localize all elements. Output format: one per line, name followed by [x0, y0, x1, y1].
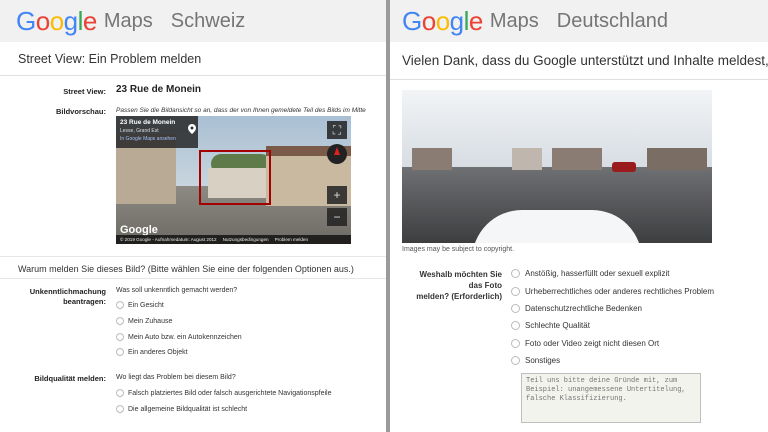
- blur-question: Was soll unkenntlich gemacht werden?: [116, 287, 238, 294]
- blur-label: Unkenntlichmachung beantragen:: [0, 287, 106, 307]
- compass-icon[interactable]: [327, 144, 347, 164]
- divider: [0, 256, 386, 257]
- panorama-photo: [402, 90, 712, 243]
- header-bar: Google Maps Deutschland: [390, 0, 768, 42]
- reason-option[interactable]: Anstößig, hasserfüllt oder sexuell expli…: [511, 269, 670, 278]
- report-area-box[interactable]: [199, 150, 271, 205]
- preview-hint: Passen Sie die Bildansicht so an, dass d…: [116, 107, 366, 114]
- pin-icon[interactable]: [188, 124, 196, 134]
- option-label: Die allgemeine Bildqualität ist schlecht: [128, 405, 248, 413]
- reason-option[interactable]: Schlechte Qualität: [511, 321, 590, 330]
- card-title: 23 Rue de Monein: [120, 119, 176, 126]
- card-subtitle: Lesse, Grand Est: [120, 128, 159, 134]
- radio-button[interactable]: [116, 317, 124, 325]
- report-question: Warum melden Sie dieses Bild? (Bitte wäh…: [18, 264, 354, 274]
- blur-option[interactable]: Mein Auto bzw. ein Autokennzeichen: [116, 333, 242, 341]
- radio-button[interactable]: [511, 269, 520, 278]
- blur-option[interactable]: Ein anderes Objekt: [116, 348, 188, 356]
- radio-button[interactable]: [511, 321, 520, 330]
- header-bar: Google Maps Schweiz: [0, 0, 386, 42]
- google-logo: Google: [402, 6, 483, 36]
- reason-textarea[interactable]: [521, 373, 701, 423]
- option-label: Datenschutzrechtliche Bedenken: [525, 304, 642, 313]
- photo-building: [512, 148, 542, 170]
- street-view-label: Street View:: [63, 87, 106, 96]
- radio-button[interactable]: [116, 405, 124, 413]
- option-label: Foto oder Video zeigt nicht diesen Ort: [525, 339, 660, 348]
- right-panel-deutschland: Google Maps Deutschland Vielen Dank, das…: [390, 0, 768, 432]
- reason-option[interactable]: Sonstiges: [511, 356, 560, 365]
- footer-report-link[interactable]: Problem melden: [275, 237, 308, 242]
- fullscreen-icon[interactable]: ⛶: [327, 121, 347, 139]
- divider: [0, 278, 386, 279]
- quality-option[interactable]: Falsch platziertes Bild oder falsch ausg…: [116, 389, 332, 397]
- quality-question: Wo liegt das Problem bei diesem Bild?: [116, 374, 236, 381]
- country-name: Deutschland: [556, 9, 668, 32]
- option-label: Urheberrechtliches oder anderes rechtlic…: [525, 287, 714, 296]
- footer-terms-link[interactable]: Nutzungsbedingungen: [223, 237, 269, 242]
- photo-red-car: [612, 162, 636, 172]
- page-title: Vielen Dank, dass du Google unterstützt …: [390, 42, 768, 80]
- google-logo: Google: [16, 6, 97, 36]
- country-name: Schweiz: [170, 9, 246, 32]
- street-view-address: 23 Rue de Monein: [116, 84, 202, 95]
- radio-button[interactable]: [511, 304, 520, 313]
- copyright-note: Images may be subject to copyright.: [402, 246, 515, 253]
- option-label: Mein Zuhause: [128, 317, 173, 325]
- photo-building: [552, 148, 602, 170]
- product-name: Maps: [489, 9, 539, 32]
- option-label: Schlechte Qualität: [525, 321, 590, 330]
- preview-footer: © 2019 Google - Aufnahmedatum: August 20…: [116, 235, 351, 244]
- radio-button[interactable]: [511, 339, 520, 348]
- blur-label-line: Unkenntlichmachung: [29, 287, 106, 296]
- product-name: Maps: [103, 9, 153, 32]
- radio-button[interactable]: [116, 333, 124, 341]
- option-label: Falsch platziertes Bild oder falsch ausg…: [128, 389, 332, 397]
- reason-option[interactable]: Datenschutzrechtliche Bedenken: [511, 304, 642, 313]
- blur-option[interactable]: Ein Gesicht: [116, 301, 164, 309]
- blur-label-line: beantragen:: [63, 297, 106, 306]
- option-label: Sonstiges: [525, 356, 561, 365]
- card-link[interactable]: In Google Maps ansehen: [120, 136, 194, 142]
- reason-option[interactable]: Foto oder Video zeigt nicht diesen Ort: [511, 339, 659, 348]
- option-label: Mein Auto bzw. ein Autokennzeichen: [128, 333, 242, 341]
- radio-button[interactable]: [511, 356, 520, 365]
- radio-button[interactable]: [116, 348, 124, 356]
- zoom-in-button[interactable]: +: [327, 186, 347, 204]
- reason-label: Weshalb möchten Sie das Foto melden? (Er…: [390, 269, 502, 302]
- reason-label-line: Weshalb möchten Sie: [419, 270, 502, 279]
- zoom-out-button[interactable]: −: [327, 208, 347, 226]
- preview-label: Bildvorschau:: [55, 107, 106, 116]
- radio-button[interactable]: [116, 389, 124, 397]
- reason-option[interactable]: Urheberrechtliches oder anderes rechtlic…: [511, 287, 714, 296]
- option-label: Ein anderes Objekt: [128, 348, 188, 356]
- photo-building: [412, 148, 452, 170]
- page-title: Street View: Ein Problem melden: [0, 42, 386, 76]
- radio-button[interactable]: [511, 287, 520, 296]
- blur-option[interactable]: Mein Zuhause: [116, 317, 172, 325]
- photo-building: [647, 148, 707, 170]
- option-label: Anstößig, hasserfüllt oder sexuell expli…: [525, 269, 670, 278]
- quality-option[interactable]: Die allgemeine Bildqualität ist schlecht: [116, 405, 247, 413]
- quality-label: Bildqualität melden:: [34, 374, 106, 383]
- reason-label-line: das Foto: [468, 281, 502, 290]
- street-view-preview[interactable]: 23 Rue de Monein Lesse, Grand Est In Goo…: [116, 116, 351, 244]
- reason-label-line: melden? (Erforderlich): [416, 292, 502, 301]
- footer-copyright: © 2019 Google - Aufnahmedatum: August 20…: [120, 237, 217, 242]
- split-screenshot: Google Maps Schweiz Street View: Ein Pro…: [0, 0, 768, 432]
- left-panel-schweiz: Google Maps Schweiz Street View: Ein Pro…: [0, 0, 386, 432]
- location-card: 23 Rue de Monein Lesse, Grand Est In Goo…: [116, 116, 198, 148]
- radio-button[interactable]: [116, 301, 124, 309]
- option-label: Ein Gesicht: [128, 301, 164, 309]
